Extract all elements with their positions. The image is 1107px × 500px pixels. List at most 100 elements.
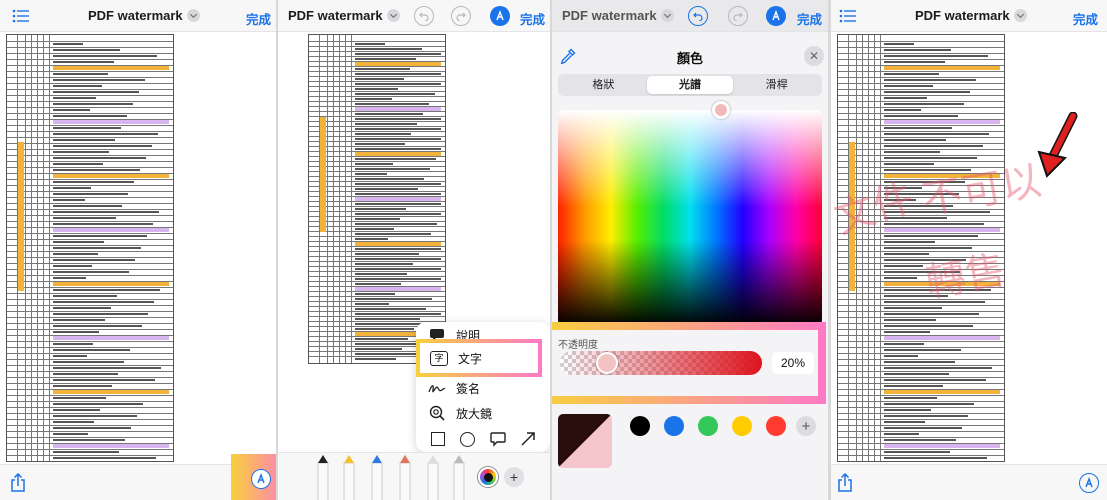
table-row-line xyxy=(7,101,173,102)
table-row-line xyxy=(7,179,173,180)
text-line xyxy=(355,123,417,125)
text-line xyxy=(355,53,441,55)
list-icon[interactable] xyxy=(839,9,857,23)
selected-color-well[interactable] xyxy=(558,414,612,468)
markup-active-icon[interactable] xyxy=(766,6,786,26)
table-row-line xyxy=(7,353,173,354)
document-title[interactable]: PDF watermark xyxy=(88,8,200,23)
text-line xyxy=(355,148,441,150)
spectrum-picker-handle[interactable] xyxy=(712,101,730,119)
table-row-line xyxy=(309,121,445,122)
color-swatch[interactable] xyxy=(766,416,786,436)
circle-shape-icon[interactable] xyxy=(460,431,476,447)
opacity-slider[interactable] xyxy=(560,351,762,375)
list-icon[interactable] xyxy=(12,9,30,23)
done-button[interactable]: 完成 xyxy=(1073,9,1098,28)
speech-bubble-shape-icon[interactable] xyxy=(490,431,506,447)
table-row-line xyxy=(309,271,445,272)
markup-pen-icon[interactable] xyxy=(1079,473,1099,493)
table-row-line xyxy=(309,146,445,147)
table-row-line xyxy=(7,71,173,72)
opacity-value[interactable]: 20% xyxy=(772,352,814,374)
menu-item-magnifier[interactable]: 放大鏡 xyxy=(416,400,550,426)
text-line xyxy=(53,253,98,255)
table-row-line xyxy=(7,425,173,426)
redo-icon[interactable] xyxy=(728,6,748,26)
text-line xyxy=(884,409,931,411)
table-row-line xyxy=(7,305,173,306)
text-line xyxy=(884,163,934,165)
table-row-line xyxy=(309,226,445,227)
menu-item-text[interactable]: 字 文字 xyxy=(420,343,538,373)
opacity-slider-thumb[interactable] xyxy=(596,352,618,374)
segment-grid[interactable]: 格狀 xyxy=(560,76,647,94)
done-button[interactable]: 完成 xyxy=(246,9,271,28)
pen-tip-icon xyxy=(428,455,438,463)
add-plus-icon[interactable]: + xyxy=(504,467,524,487)
markup-active-icon[interactable] xyxy=(490,6,510,26)
close-icon[interactable]: ✕ xyxy=(804,46,824,66)
text-line xyxy=(884,127,952,129)
color-swatch[interactable] xyxy=(732,416,752,436)
menu-item-signature[interactable]: 簽名 xyxy=(416,375,550,401)
highlighted-row xyxy=(884,66,1000,70)
done-button[interactable]: 完成 xyxy=(520,9,545,28)
table-row-line xyxy=(7,431,173,432)
table-row-line xyxy=(7,143,173,144)
color-wheel-icon[interactable] xyxy=(478,467,498,487)
table-row-line xyxy=(838,83,1004,84)
text-line xyxy=(884,55,988,57)
text-line xyxy=(53,397,106,399)
table-row-line xyxy=(309,51,445,52)
table-row-line xyxy=(7,293,173,294)
table-row-line xyxy=(309,316,445,317)
table-row-line xyxy=(309,41,445,42)
redo-icon[interactable] xyxy=(451,6,471,26)
menu-item-label: 簽名 xyxy=(456,381,481,396)
arrow-shape-icon[interactable] xyxy=(521,432,535,446)
table-row-line xyxy=(7,263,173,264)
pen-tool-icon[interactable] xyxy=(371,462,383,500)
text-line xyxy=(355,113,423,115)
segment-sliders[interactable]: 滑桿 xyxy=(733,76,820,94)
share-icon[interactable] xyxy=(10,473,26,493)
text-line xyxy=(884,139,946,141)
done-button[interactable]: 完成 xyxy=(797,9,822,28)
table-row-line xyxy=(309,296,445,297)
add-color-icon[interactable]: + xyxy=(796,416,816,436)
text-line xyxy=(884,235,978,237)
red-arrow-icon xyxy=(1031,112,1081,178)
color-swatch[interactable] xyxy=(664,416,684,436)
segment-spectrum[interactable]: 光譜 xyxy=(646,76,734,94)
text-line xyxy=(884,451,950,453)
document-title[interactable]: PDF watermark xyxy=(562,8,674,23)
table-row-line xyxy=(7,329,173,330)
square-shape-icon[interactable] xyxy=(431,432,446,446)
pen-tool-icon[interactable] xyxy=(427,462,439,500)
document-title[interactable]: PDF watermark xyxy=(288,8,400,23)
pen-tool-icon[interactable] xyxy=(343,462,355,500)
undo-icon[interactable] xyxy=(688,6,708,26)
text-line xyxy=(53,457,156,459)
document-title[interactable]: PDF watermark xyxy=(915,8,1027,23)
text-line xyxy=(884,73,939,75)
color-spectrum[interactable] xyxy=(558,110,822,326)
pen-tool-icon[interactable] xyxy=(317,462,329,500)
undo-icon[interactable] xyxy=(414,6,434,26)
share-icon[interactable] xyxy=(837,473,853,493)
table-row-line xyxy=(7,251,173,252)
table-row-line xyxy=(7,275,173,276)
markup-pen-icon[interactable] xyxy=(251,469,271,489)
pen-tool-icon[interactable] xyxy=(399,462,411,500)
pen-tool-icon[interactable] xyxy=(453,462,465,500)
text-line xyxy=(884,157,977,159)
color-swatch[interactable] xyxy=(698,416,718,436)
color-swatch[interactable] xyxy=(630,416,650,436)
table-row-line xyxy=(7,155,173,156)
text-line xyxy=(355,228,394,230)
highlighted-row xyxy=(53,282,169,286)
text-line xyxy=(53,373,118,375)
color-mode-segmented-control: 格狀 光譜 滑桿 xyxy=(558,74,822,96)
text-line xyxy=(53,133,158,135)
table-row-line xyxy=(7,395,173,396)
